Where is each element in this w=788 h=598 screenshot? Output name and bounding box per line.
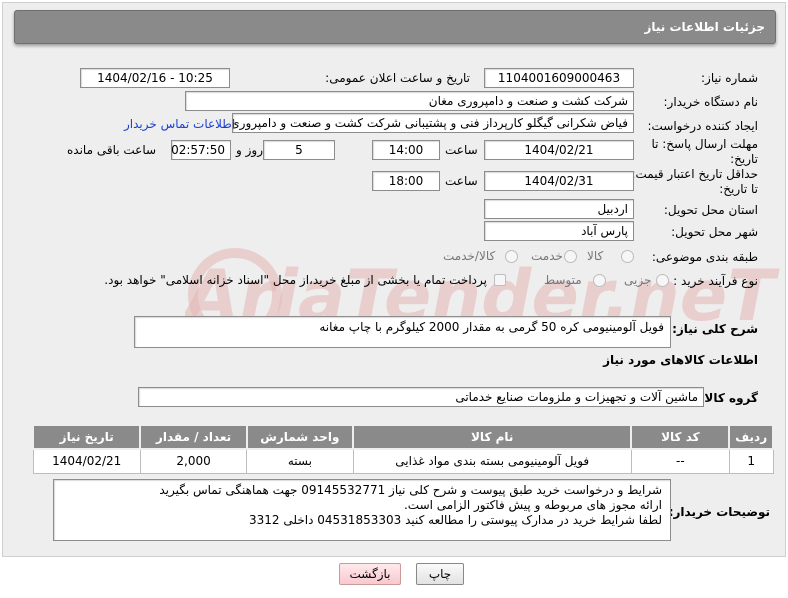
province-field[interactable]: اردبیل (484, 199, 634, 219)
description-field[interactable]: فویل آلومینیومی کره 50 گرمی به مقدار 200… (134, 316, 671, 348)
creator-field[interactable]: فیاض شکرانی گیگلو کارپرداز فنی و پشتیبان… (232, 113, 634, 133)
buyer-contact-link[interactable]: اطلاعات تماس خریدار (124, 117, 235, 131)
city-label: شهر محل تحویل: (671, 225, 758, 239)
deadline-label: مهلت ارسال پاسخ: تا تاریخ: (651, 137, 758, 166)
print-button[interactable]: چاپ (416, 563, 464, 585)
deadline-date-field[interactable]: 1404/02/21 (484, 140, 634, 160)
cell-row: 1 (728, 448, 774, 474)
need-number-field[interactable]: 1104001609000463 (484, 68, 634, 88)
buyer-notes-field[interactable]: شرایط و درخواست خرید طبق پیوست و شرح کلی… (53, 479, 671, 541)
remaining-time-field[interactable]: 02:57:50 (171, 140, 231, 160)
goods-group-label: گروه کالا: (699, 391, 758, 405)
validity-time-field[interactable]: 18:00 (372, 171, 440, 191)
page-title: جزئیات اطلاعات نیاز (644, 20, 765, 34)
city-field[interactable]: پارس آباد (484, 221, 634, 241)
goods-section-title: اطلاعات کالاهای مورد نیاز (603, 353, 758, 367)
cell-name: فویل آلومینیومی بسته بندی مواد غذایی (352, 448, 632, 474)
header-bar: جزئیات اطلاعات نیاز (14, 10, 776, 44)
category-option-goods: کالا (587, 249, 604, 263)
category-label: طبقه بندی موضوعی: (651, 250, 758, 264)
goods-table-header: ردیف کد کالا نام کالا واحد شمارش تعداد /… (31, 424, 774, 450)
validity-label: حداقل تاریخ اعتبار قیمت: تا تاریخ: (631, 167, 758, 196)
buyer-org-label: نام دستگاه خریدار: (663, 95, 759, 109)
buyer-notes-line-3: لطفا شرایط خرید در مدارک پیوستی را مطالع… (249, 513, 662, 527)
process-label: نوع فرآیند خرید : (673, 274, 758, 288)
process-radio-medium[interactable] (593, 274, 606, 287)
province-label: استان محل تحویل: (663, 203, 758, 217)
process-option-medium: متوسط (544, 273, 582, 287)
col-name: نام کالا (352, 424, 633, 450)
announce-label: تاریخ و ساعت اعلان عمومی: (325, 71, 470, 85)
cell-unit: بسته (246, 448, 354, 474)
process-option-minor: جزیی (624, 273, 652, 287)
goods-table: ردیف کد کالا نام کالا واحد شمارش تعداد /… (31, 424, 774, 474)
buyer-notes-line-2: ارائه مجوز های مربوطه و پیش فاکتور الزام… (403, 498, 662, 512)
table-row: 1 -- فویل آلومینیومی بسته بندی مواد غذای… (32, 448, 774, 474)
days-label: روز و (236, 143, 263, 157)
back-button[interactable]: بازگشت (339, 563, 401, 585)
goods-group-field[interactable]: ماشین آلات و تجهیزات و ملزومات صنایع خدم… (138, 387, 704, 407)
col-qty: تعداد / مقدار (139, 424, 248, 450)
col-row: ردیف (728, 424, 774, 450)
buyer-org-field[interactable]: شرکت کشت و صنعت و دامپروری مغان (185, 91, 634, 111)
category-radio-goods-service[interactable] (505, 250, 518, 263)
buyer-notes-label: توضیحات خریدار: (668, 505, 770, 519)
treasury-payment-checkbox[interactable] (494, 274, 506, 286)
deadline-time-field[interactable]: 14:00 (372, 140, 440, 160)
col-date: تاریخ نیاز (31, 424, 142, 450)
cell-date: 1404/02/21 (32, 448, 141, 474)
validity-date-field[interactable]: 1404/02/31 (484, 171, 634, 191)
remaining-label: ساعت باقی مانده (67, 143, 157, 157)
col-unit: واحد شمارش (245, 424, 355, 450)
announce-field[interactable]: 1404/02/16 - 10:25 (80, 68, 230, 88)
need-number-label: شماره نیاز: (701, 71, 758, 85)
cell-code: -- (630, 448, 730, 474)
description-label: شرح کلی نیاز: (672, 322, 758, 336)
category-radio-service[interactable] (564, 250, 577, 263)
buyer-notes-line-1: شرایط و درخواست خرید طبق پیوست و شرح کلی… (159, 483, 662, 497)
category-radio-goods[interactable] (621, 250, 634, 263)
creator-label: ایجاد کننده درخواست: (647, 119, 758, 133)
process-radio-minor[interactable] (656, 274, 669, 287)
col-code: کد کالا (630, 424, 731, 450)
days-field[interactable]: 5 (263, 140, 335, 160)
treasury-payment-note: پرداخت تمام یا بخشی از مبلغ خرید،از محل … (104, 273, 487, 287)
category-option-goods-service: کالا/خدمت (443, 249, 496, 263)
deadline-time-label: ساعت (445, 143, 478, 157)
cell-qty: 2,000 (139, 448, 248, 474)
validity-time-label: ساعت (445, 174, 478, 188)
category-option-service: خدمت (531, 249, 563, 263)
